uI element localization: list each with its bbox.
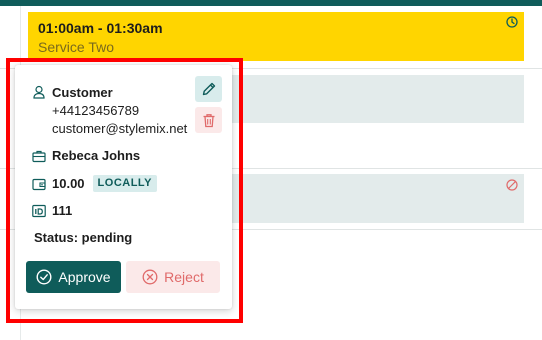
wallet-icon xyxy=(32,178,46,190)
x-circle-icon xyxy=(142,269,158,285)
reject-button[interactable]: Reject xyxy=(126,261,220,293)
customer-email: customer@stylemix.net xyxy=(52,121,188,136)
customer-label: Customer xyxy=(52,85,113,100)
approve-button[interactable]: Approve xyxy=(26,261,121,293)
customer-phone: +44123456789 xyxy=(52,103,140,118)
employee-name: Rebeca Johns xyxy=(52,148,141,163)
edit-button[interactable] xyxy=(195,76,222,102)
briefcase-icon xyxy=(32,150,46,163)
appointment-popup: Customer +44123456789 customer@stylemix.… xyxy=(15,65,232,309)
reject-label: Reject xyxy=(164,269,204,285)
employee-info: Rebeca Johns xyxy=(32,148,140,163)
location-badge: LOCALLY xyxy=(92,175,157,192)
event-service: Service Two xyxy=(38,39,114,55)
check-circle-icon xyxy=(36,269,52,285)
price-value: 10.00 xyxy=(52,176,85,191)
ban-icon xyxy=(506,179,518,191)
event-time: 01:00am - 01:30am xyxy=(38,20,163,36)
clock-icon xyxy=(506,16,518,28)
user-icon xyxy=(33,85,45,99)
price-info: 10.00 LOCALLY xyxy=(32,175,157,192)
id-card-icon xyxy=(32,204,46,218)
customer-info: Customer +44123456789 customer@stylemix.… xyxy=(32,84,187,138)
appointment-id: 111 xyxy=(52,203,73,218)
approve-label: Approve xyxy=(58,269,111,285)
appointment-id-info: 111 xyxy=(32,203,72,218)
calendar-event-block[interactable]: 01:00am - 01:30am Service Two xyxy=(28,12,524,61)
pencil-icon xyxy=(202,82,215,96)
trash-icon xyxy=(203,113,214,127)
delete-button[interactable] xyxy=(195,107,222,133)
calendar-top-bar xyxy=(0,0,542,6)
status-text: Status: pending xyxy=(34,230,133,245)
